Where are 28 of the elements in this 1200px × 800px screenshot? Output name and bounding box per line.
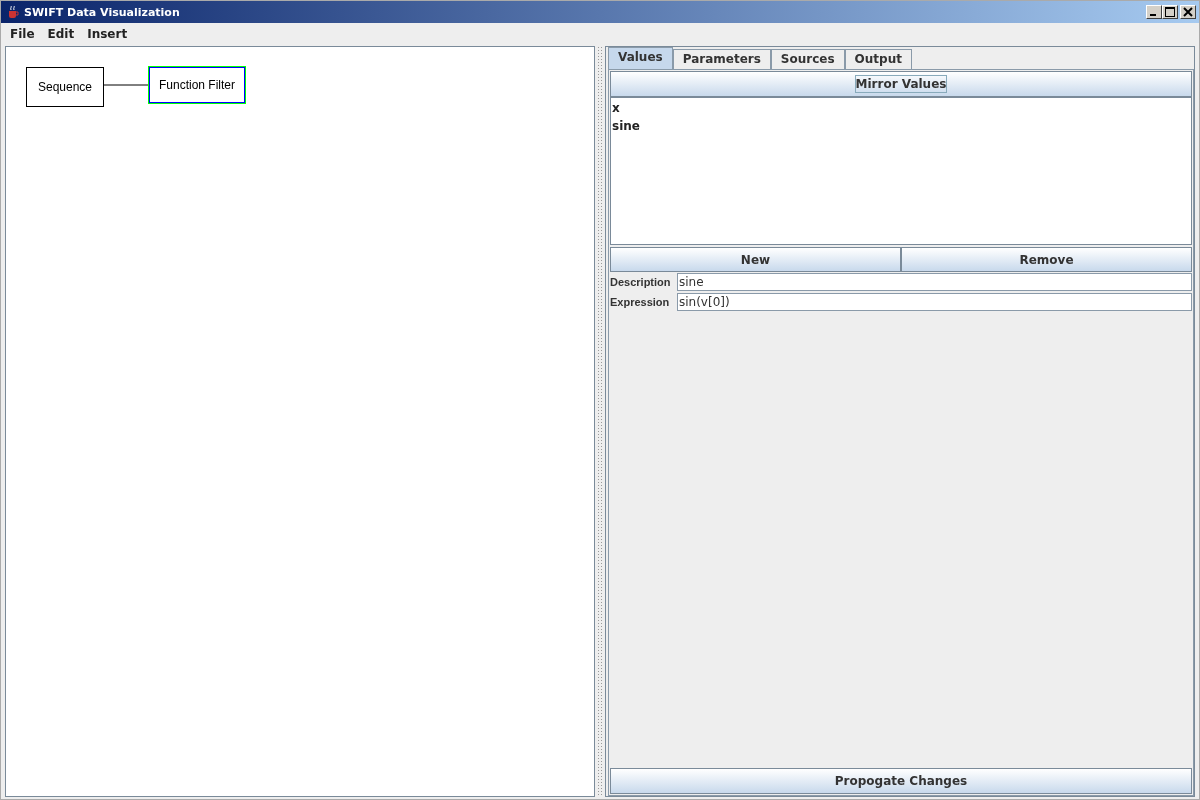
list-item[interactable]: sine	[612, 117, 1190, 135]
close-icon	[1183, 7, 1193, 17]
connector-line	[102, 84, 151, 86]
close-button[interactable]	[1180, 5, 1196, 19]
action-button[interactable]: New	[610, 247, 901, 272]
maximize-icon	[1165, 7, 1175, 17]
minimize-button[interactable]	[1146, 5, 1162, 19]
propagate-changes-button[interactable]: Propogate Changes	[610, 768, 1192, 794]
list-item[interactable]: x	[612, 99, 1190, 117]
action-button[interactable]: Remove	[901, 247, 1192, 272]
minimize-icon	[1150, 14, 1156, 16]
window-title: SWIFT Data Visualization	[24, 5, 180, 19]
text-field[interactable]: sin(v[0])	[677, 293, 1192, 311]
diagram-node[interactable]: Function Filter	[148, 66, 247, 104]
text-field[interactable]: sine	[677, 273, 1192, 291]
diagram-node[interactable]: Sequence	[26, 67, 105, 107]
menu-item[interactable]: Insert	[80, 26, 134, 41]
tab[interactable]: Output	[844, 49, 912, 69]
tab[interactable]: Sources	[770, 49, 845, 69]
mirror-values-button[interactable]: Mirror Values	[610, 71, 1192, 97]
tab[interactable]: Parameters	[672, 49, 771, 69]
menu-item[interactable]: Edit	[40, 26, 81, 41]
field-label: Description	[610, 275, 672, 290]
cup-icon	[6, 5, 20, 19]
tab[interactable]: Values	[608, 47, 673, 69]
field-label: Expression	[610, 295, 671, 310]
maximize-button[interactable]	[1162, 5, 1178, 19]
menu-item[interactable]: File	[3, 26, 41, 41]
